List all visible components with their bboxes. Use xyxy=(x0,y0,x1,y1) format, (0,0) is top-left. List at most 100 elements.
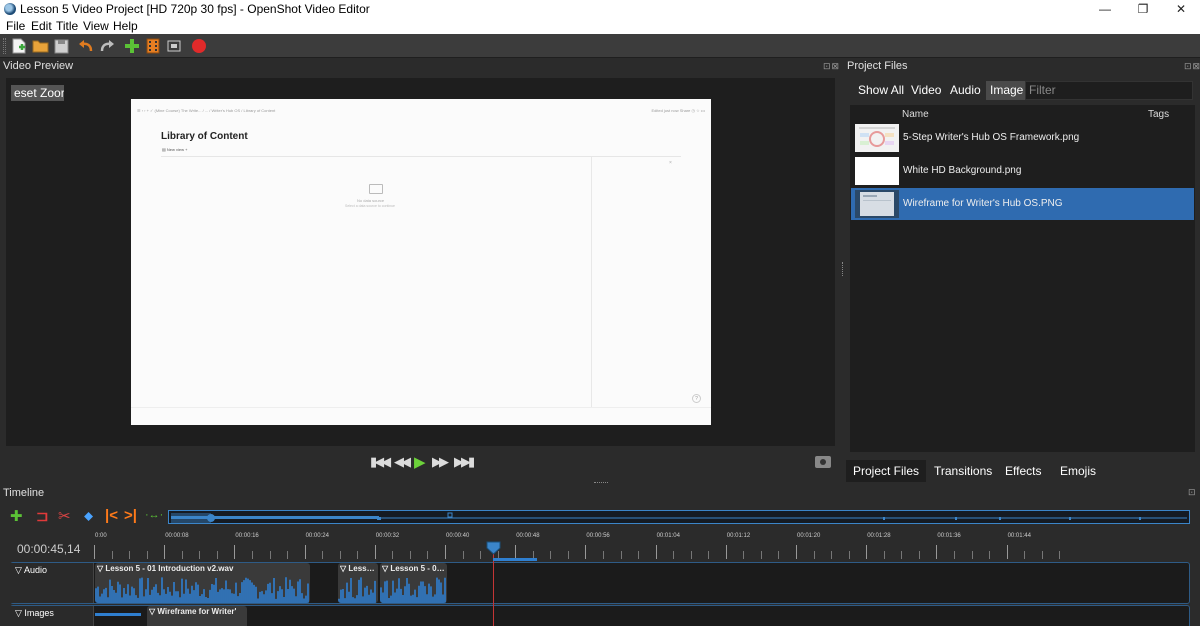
col-name[interactable]: Name xyxy=(902,109,929,120)
render-cache-bar xyxy=(493,558,537,561)
menu-edit[interactable]: Edit xyxy=(31,19,52,33)
dock-buttons[interactable]: ⊡⊠ xyxy=(1184,61,1200,72)
ruler-minor-tick xyxy=(462,551,464,559)
ruler-label: 00:00:56 xyxy=(586,533,610,539)
ruler-minor-tick xyxy=(287,551,289,559)
file-row[interactable]: 5-Step Writer's Hub OS Framework.png xyxy=(851,122,1194,154)
tab-transitions[interactable]: Transitions xyxy=(927,460,999,482)
tab-video[interactable]: Video xyxy=(907,81,945,100)
reset-zoom-button[interactable]: eset Zoor xyxy=(11,85,64,101)
import-files-icon[interactable] xyxy=(123,37,141,55)
audio-clip[interactable]: ▽ Lesso... xyxy=(338,563,378,603)
toolbar-grip[interactable] xyxy=(3,38,6,54)
fullscreen-icon[interactable] xyxy=(165,37,183,55)
jump-to-start-icon[interactable]: ▮◀◀ xyxy=(370,454,391,470)
playhead-handle-icon[interactable] xyxy=(486,541,501,555)
ruler-minor-tick xyxy=(778,551,780,559)
maximize-button[interactable]: ❐ xyxy=(1125,0,1161,18)
menu-bar: File Edit Title View Help xyxy=(0,18,1200,34)
tab-image[interactable]: Image xyxy=(986,81,1028,100)
rewind-icon[interactable]: ◀◀ xyxy=(394,454,411,470)
minimize-button[interactable]: — xyxy=(1087,0,1123,18)
track-name-images: ▽ Images xyxy=(15,608,54,618)
ruler-label: 00:00:40 xyxy=(446,533,470,539)
close-button[interactable]: ✕ xyxy=(1163,0,1199,18)
window-title: Lesson 5 Video Project [HD 720p 30 fps] … xyxy=(20,2,370,16)
ruler-major-tick xyxy=(936,545,938,559)
ruler-minor-tick xyxy=(1041,551,1043,559)
file-row[interactable]: White HD Background.png xyxy=(851,155,1194,187)
col-tags[interactable]: Tags xyxy=(1148,109,1169,120)
camera-icon[interactable] xyxy=(815,456,831,468)
audio-clip[interactable]: ▽ Lesson 5 - 01 ... xyxy=(380,563,447,603)
project-files-title: Project Files xyxy=(847,60,908,72)
menu-help[interactable]: Help xyxy=(113,19,138,33)
clip-label: ▽ Lesson 5 - 01 Introduction v2.wav xyxy=(97,564,234,573)
ruler-minor-tick xyxy=(550,551,552,559)
ruler-major-tick xyxy=(304,545,306,559)
ruler-label: 00:01:20 xyxy=(797,533,821,539)
add-track-icon[interactable]: ✚ xyxy=(10,507,23,525)
menu-title[interactable]: Title xyxy=(56,19,78,33)
center-playhead-icon[interactable]: ·↔· xyxy=(145,509,163,521)
track-header[interactable]: ▽ Audio xyxy=(10,563,94,603)
ruler-label: 00:00:32 xyxy=(375,533,400,539)
file-row-selected[interactable]: Wireframe for Writer's Hub OS.PNG xyxy=(851,188,1194,220)
menu-view[interactable]: View xyxy=(83,19,109,33)
ruler-minor-tick xyxy=(1024,551,1026,559)
dock-buttons[interactable]: ⊡ xyxy=(1188,487,1197,498)
tab-audio[interactable]: Audio xyxy=(946,81,985,100)
ruler-minor-tick xyxy=(953,551,955,559)
ruler-minor-tick xyxy=(743,551,745,559)
play-icon[interactable]: ▶ xyxy=(414,453,425,471)
filter-input[interactable]: Filter xyxy=(1025,81,1193,100)
waveform xyxy=(95,577,309,603)
snapping-icon[interactable]: ⊐ xyxy=(36,507,49,525)
jump-to-end-icon[interactable]: ▶▶▮ xyxy=(454,454,475,470)
timeline-toolbar: ✚ ⊐ ✂ ⬥ |< >| ·↔· xyxy=(6,506,166,528)
export-video-icon[interactable] xyxy=(190,37,208,55)
save-project-icon[interactable] xyxy=(52,37,70,55)
frame-panel-divider xyxy=(591,157,592,407)
ruler-minor-tick xyxy=(111,551,113,559)
ruler-minor-tick xyxy=(901,551,903,559)
ruler-label: 00:01:36 xyxy=(937,533,961,539)
new-project-icon[interactable] xyxy=(10,37,28,55)
menu-file[interactable]: File xyxy=(6,19,25,33)
audio-clip[interactable]: ▽ Lesson 5 - 01 Introduction v2.wav xyxy=(95,563,310,603)
splitter-handle-horizontal[interactable] xyxy=(594,482,608,484)
ruler-minor-tick xyxy=(480,551,482,559)
tab-project-files[interactable]: Project Files xyxy=(846,460,927,482)
timeline-ruler[interactable]: 0:00 00:00:08 00:00:16 00:00:24 00:00:32 00:0… xyxy=(94,533,1194,561)
clip-label: ▽ Wireframe for Writer' xyxy=(149,607,237,616)
fast-forward-icon[interactable]: ▶▶ xyxy=(432,454,449,470)
previous-marker-icon[interactable]: |< xyxy=(105,507,118,524)
ruler-minor-tick xyxy=(883,551,885,559)
splitter-handle[interactable] xyxy=(842,262,848,276)
ruler-minor-tick xyxy=(357,551,359,559)
timeline-zoom-scrollbar[interactable] xyxy=(168,510,1190,524)
razor-icon[interactable]: ✂ xyxy=(58,507,71,525)
choose-profile-icon[interactable] xyxy=(144,37,162,55)
frame-empty-hint: Select a data source to continue xyxy=(345,204,396,208)
ruler-minor-tick xyxy=(199,551,201,559)
frame-empty-title: No data source xyxy=(357,198,385,203)
undo-icon[interactable] xyxy=(77,37,95,55)
redo-icon[interactable] xyxy=(98,37,116,55)
ruler-minor-tick xyxy=(760,551,762,559)
next-marker-icon[interactable]: >| xyxy=(124,507,137,524)
image-clip[interactable]: ▽ Wireframe for Writer' xyxy=(147,606,247,626)
add-marker-icon[interactable]: ⬥ xyxy=(84,508,93,524)
dock-buttons[interactable]: ⊡⊠ xyxy=(823,61,840,72)
preview-frame: ☰ ‹ › + ✓ (Mine Course) The Write... / .… xyxy=(131,99,711,425)
tab-emojis[interactable]: Emojis xyxy=(1053,460,1103,482)
ruler-minor-tick xyxy=(831,551,833,559)
ruler-minor-tick xyxy=(216,551,218,559)
open-project-icon[interactable] xyxy=(31,37,49,55)
ruler-minor-tick xyxy=(620,551,622,559)
ruler-minor-tick xyxy=(971,551,973,559)
clip-label: ▽ Lesso... xyxy=(340,564,376,573)
tab-effects[interactable]: Effects xyxy=(998,460,1048,482)
track-header[interactable]: ▽ Images xyxy=(10,606,94,626)
tab-show-all[interactable]: Show All xyxy=(854,81,908,100)
